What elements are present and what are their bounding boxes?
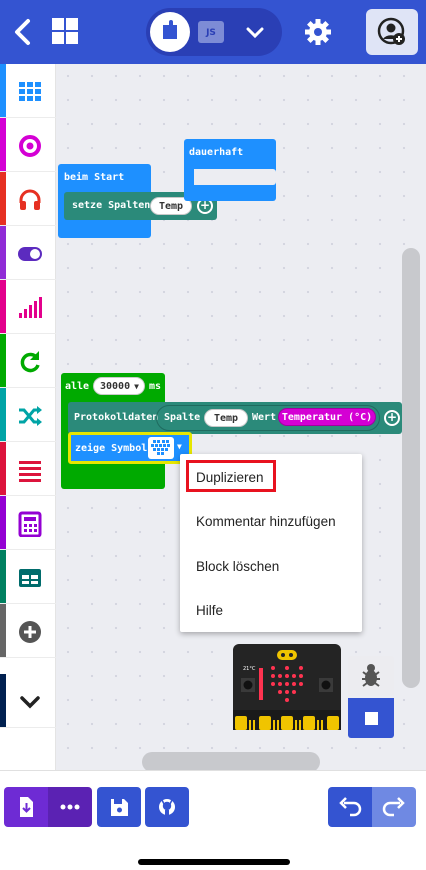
stop-button[interactable] <box>348 698 394 738</box>
editor-toggle: JS <box>146 8 282 56</box>
more-options-button[interactable] <box>48 787 92 827</box>
interval-unit: ms <box>149 381 162 392</box>
calculator-icon <box>18 511 42 537</box>
blocks-icon <box>163 20 177 39</box>
log-data-label: Protokolldaten <box>74 412 159 423</box>
menu-item-delete-block[interactable]: Block löschen <box>196 559 279 574</box>
interval-dropdown[interactable]: 30000 ▼ <box>93 377 145 395</box>
download-button[interactable] <box>4 787 48 827</box>
back-icon[interactable] <box>8 14 38 50</box>
grid-icon <box>19 82 41 101</box>
on-start-label: beim Start <box>64 172 125 183</box>
signal-icon <box>19 297 42 318</box>
block-context-menu: Duplizieren Kommentar hinzufügen Block l… <box>180 454 362 632</box>
menu-item-add-comment[interactable]: Kommentar hinzufügen <box>196 514 336 529</box>
user-add-button[interactable] <box>366 9 418 55</box>
forever-label: dauerhaft <box>189 147 244 158</box>
toolbox-more[interactable] <box>0 674 56 728</box>
target-icon <box>19 135 41 157</box>
add-icon[interactable]: + <box>384 410 400 426</box>
temperature-readout: 21°C <box>243 666 256 672</box>
toolbox-category-music[interactable] <box>0 172 56 226</box>
home-indicator[interactable] <box>138 859 290 865</box>
home-grid-icon[interactable] <box>50 16 80 46</box>
list-icon <box>19 461 41 482</box>
toolbox-category-extensions[interactable] <box>0 604 56 658</box>
toolbox-category-led[interactable] <box>0 226 56 280</box>
bottom-toolbar <box>0 770 426 870</box>
toolbox-category-radio[interactable] <box>0 280 56 334</box>
editor-header: JS <box>0 0 426 64</box>
debug-button[interactable] <box>348 656 394 696</box>
horizontal-scrollbar[interactable] <box>142 752 320 770</box>
set-columns-label: setze Spalten <box>72 200 151 211</box>
github-icon <box>159 799 175 816</box>
log-data-block[interactable]: Protokolldaten Spalte Temp Wert Temperat… <box>68 402 402 434</box>
toolbox-category-loops[interactable] <box>0 334 56 388</box>
headphones-icon <box>19 189 41 210</box>
forever-block[interactable]: dauerhaft <box>184 139 276 201</box>
column-name-pill[interactable]: Temp <box>204 409 248 427</box>
vertical-scrollbar[interactable] <box>402 248 420 688</box>
show-icon-label: zeige Symbol <box>75 443 148 454</box>
chevron-down-icon[interactable] <box>242 20 268 44</box>
github-button[interactable] <box>145 787 189 827</box>
table-icon <box>19 569 41 587</box>
chevron-down-icon: ▼ <box>134 382 139 391</box>
redo-icon <box>382 797 405 817</box>
value-label: Wert <box>252 412 277 423</box>
save-icon <box>111 799 128 816</box>
button-b[interactable] <box>321 680 331 690</box>
toolbox-category-basic[interactable] <box>0 64 56 118</box>
heart-icon <box>151 440 170 455</box>
user-add-icon <box>377 17 405 45</box>
blocks-editor-button[interactable] <box>150 12 190 52</box>
toggle-icon <box>18 247 42 261</box>
save-button[interactable] <box>97 787 141 827</box>
temperature-reporter[interactable]: Temperatur (°C) <box>278 408 376 426</box>
stop-icon <box>365 712 378 725</box>
interval-value: 30000 <box>100 381 131 392</box>
every-label: alle <box>65 381 90 392</box>
toolbox-sidebar <box>0 64 56 770</box>
toolbox-category-variables[interactable] <box>0 442 56 496</box>
button-a[interactable] <box>243 680 253 690</box>
toolbox-category-datalogger[interactable] <box>0 550 56 604</box>
more-icon <box>60 804 80 810</box>
column-label: Spalte <box>164 412 201 423</box>
menu-item-duplicate[interactable]: Duplizieren <box>196 470 264 485</box>
menu-item-help[interactable]: Hilfe <box>196 603 223 618</box>
undo-button[interactable] <box>328 787 372 827</box>
javascript-editor-button[interactable]: JS <box>198 21 224 43</box>
download-icon <box>20 797 33 817</box>
chevron-down-icon[interactable]: ▼ <box>177 442 182 451</box>
undo-icon <box>339 797 362 817</box>
refresh-icon <box>20 351 40 373</box>
redo-button[interactable] <box>372 787 416 827</box>
add-icon <box>19 621 41 643</box>
toolbox-category-logic[interactable] <box>0 388 56 442</box>
toolbox-category-input[interactable] <box>0 118 56 172</box>
chevron-down-icon <box>20 696 40 709</box>
gear-icon[interactable] <box>302 16 334 48</box>
bug-icon <box>362 664 380 687</box>
icon-picker[interactable] <box>148 437 174 459</box>
toolbox-category-math[interactable] <box>0 496 56 550</box>
show-icon-block[interactable]: zeige Symbol ▼ <box>68 432 192 464</box>
shuffle-icon <box>19 406 42 426</box>
microbit-simulator[interactable]: 21°C <box>233 644 341 730</box>
